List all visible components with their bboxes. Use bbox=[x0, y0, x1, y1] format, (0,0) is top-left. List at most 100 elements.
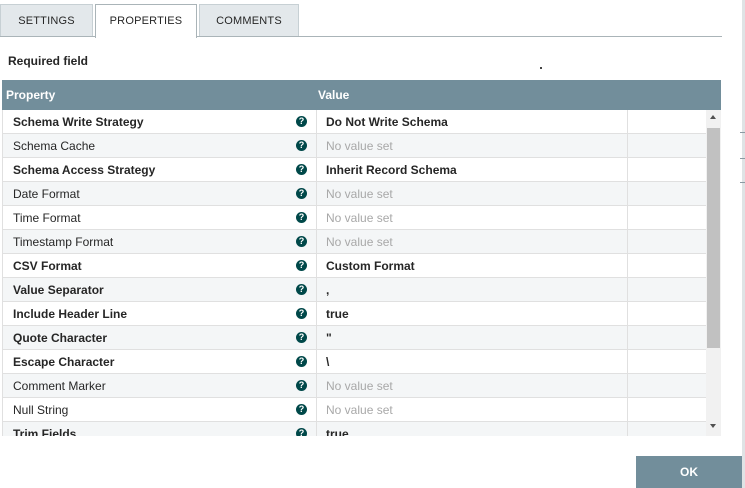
property-name: Schema Write Strategy bbox=[13, 115, 144, 129]
property-name: Escape Character bbox=[13, 355, 115, 369]
help-icon[interactable]: ? bbox=[296, 164, 307, 175]
properties-table: Schema Write Strategy? Do Not Write Schem… bbox=[2, 110, 706, 436]
help-icon[interactable]: ? bbox=[296, 356, 307, 367]
column-divider bbox=[316, 206, 317, 230]
edge-marker bbox=[740, 158, 745, 159]
help-icon[interactable]: ? bbox=[296, 428, 307, 436]
table-row[interactable]: Time Format? No value set bbox=[3, 206, 706, 230]
column-divider bbox=[316, 326, 317, 350]
table-row[interactable]: Escape Character? \ bbox=[3, 350, 706, 374]
property-name: Trim Fields bbox=[13, 427, 77, 436]
property-value[interactable]: No value set bbox=[326, 235, 393, 249]
edge-marker bbox=[740, 132, 745, 133]
table-row[interactable]: Schema Cache? No value set bbox=[3, 134, 706, 158]
property-name: Date Format bbox=[13, 187, 80, 201]
property-name: Comment Marker bbox=[13, 379, 106, 393]
column-divider bbox=[627, 254, 628, 278]
column-header-property: Property bbox=[6, 88, 56, 102]
help-icon[interactable]: ? bbox=[296, 332, 307, 343]
table-row[interactable]: Value Separator?, bbox=[3, 278, 706, 302]
property-name: Null String bbox=[13, 403, 69, 417]
column-header-value: Value bbox=[318, 88, 350, 102]
required-field-label: Required field bbox=[8, 54, 89, 68]
column-divider bbox=[627, 206, 628, 230]
column-divider bbox=[316, 350, 317, 374]
property-value[interactable]: No value set bbox=[326, 211, 393, 225]
property-name: Schema Access Strategy bbox=[13, 163, 156, 177]
column-divider bbox=[627, 158, 628, 182]
column-divider bbox=[316, 158, 317, 182]
column-divider bbox=[627, 110, 628, 134]
column-divider bbox=[627, 422, 628, 436]
property-value[interactable]: Custom Format bbox=[326, 259, 415, 273]
help-icon[interactable]: ? bbox=[296, 140, 307, 151]
column-divider bbox=[627, 230, 628, 254]
property-value[interactable]: No value set bbox=[326, 379, 393, 393]
property-name: CSV Format bbox=[13, 259, 82, 273]
property-value[interactable]: No value set bbox=[326, 139, 393, 153]
property-name: Quote Character bbox=[13, 331, 108, 345]
help-icon[interactable]: ? bbox=[296, 380, 307, 391]
stray-dot bbox=[540, 67, 542, 69]
edge-marker bbox=[740, 182, 745, 183]
property-name: Value Separator bbox=[13, 283, 104, 297]
property-value[interactable]: true bbox=[326, 307, 349, 321]
column-divider bbox=[627, 302, 628, 326]
table-row[interactable]: Trim Fields? true bbox=[3, 422, 706, 436]
column-divider bbox=[627, 350, 628, 374]
column-divider bbox=[627, 374, 628, 398]
help-icon[interactable]: ? bbox=[296, 260, 307, 271]
scroll-up-arrow-icon[interactable] bbox=[710, 115, 716, 119]
column-divider bbox=[316, 134, 317, 158]
column-divider bbox=[316, 110, 317, 134]
property-value[interactable]: " bbox=[326, 331, 332, 345]
table-row[interactable]: CSV Format? Custom Format bbox=[3, 254, 706, 278]
column-divider bbox=[316, 302, 317, 326]
column-divider bbox=[627, 398, 628, 422]
property-value[interactable]: true bbox=[326, 427, 349, 436]
scroll-thumb[interactable] bbox=[707, 128, 720, 348]
table-row[interactable]: Comment Marker? No value set bbox=[3, 374, 706, 398]
help-icon[interactable]: ? bbox=[296, 116, 307, 127]
help-icon[interactable]: ? bbox=[296, 236, 307, 247]
help-icon[interactable]: ? bbox=[296, 404, 307, 415]
table-row[interactable]: Schema Access Strategy? Inherit Record Sc… bbox=[3, 158, 706, 182]
scroll-down-arrow-icon[interactable] bbox=[710, 424, 716, 428]
tab-settings[interactable]: SETTINGS bbox=[0, 4, 93, 37]
help-icon[interactable]: ? bbox=[296, 308, 307, 319]
table-row[interactable]: Timestamp Format? No value set bbox=[3, 230, 706, 254]
table-header: Property Value bbox=[2, 80, 721, 110]
property-name: Timestamp Format bbox=[13, 235, 114, 249]
column-divider bbox=[627, 134, 628, 158]
table-scrollbar[interactable] bbox=[706, 110, 721, 436]
tab-bar: SETTINGS PROPERTIES COMMENTS bbox=[0, 0, 722, 38]
column-divider bbox=[627, 182, 628, 206]
column-divider bbox=[627, 326, 628, 350]
table-row[interactable]: Include Header Line? true bbox=[3, 302, 706, 326]
property-value[interactable]: Do Not Write Schema bbox=[326, 115, 448, 129]
column-divider bbox=[316, 398, 317, 422]
property-value[interactable]: , bbox=[326, 283, 329, 297]
property-value[interactable]: No value set bbox=[326, 187, 393, 201]
tab-properties[interactable]: PROPERTIES bbox=[95, 4, 197, 38]
column-divider bbox=[627, 278, 628, 302]
tab-comments[interactable]: COMMENTS bbox=[199, 4, 299, 37]
property-name: Time Format bbox=[13, 211, 81, 225]
column-divider bbox=[316, 230, 317, 254]
property-value[interactable]: Inherit Record Schema bbox=[326, 163, 457, 177]
column-divider bbox=[316, 182, 317, 206]
table-row[interactable]: Date Format? No value set bbox=[3, 182, 706, 206]
ok-button[interactable]: OK bbox=[636, 456, 742, 488]
help-icon[interactable]: ? bbox=[296, 212, 307, 223]
table-row[interactable]: Quote Character? " bbox=[3, 326, 706, 350]
column-divider bbox=[316, 254, 317, 278]
property-name: Include Header Line bbox=[13, 307, 128, 321]
column-divider bbox=[316, 422, 317, 436]
column-divider bbox=[316, 278, 317, 302]
table-row[interactable]: Null String? No value set bbox=[3, 398, 706, 422]
help-icon[interactable]: ? bbox=[296, 188, 307, 199]
table-row[interactable]: Schema Write Strategy? Do Not Write Schem… bbox=[3, 110, 706, 134]
property-value[interactable]: No value set bbox=[326, 403, 393, 417]
help-icon[interactable]: ? bbox=[296, 284, 307, 295]
property-value[interactable]: \ bbox=[326, 355, 329, 369]
